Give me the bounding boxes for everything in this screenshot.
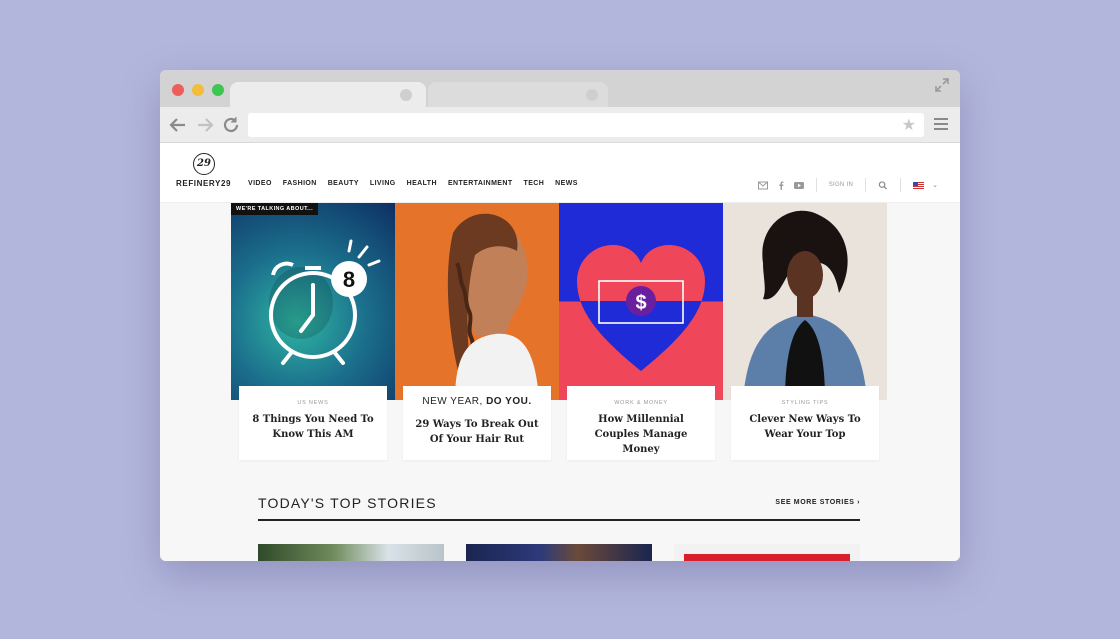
nav-item-beauty[interactable]: BEAUTY — [328, 180, 359, 187]
card-kicker: STYLING TIPS — [781, 400, 829, 406]
divider — [815, 178, 817, 192]
story-thumbnail[interactable] — [258, 544, 444, 561]
divider — [900, 178, 902, 192]
bookmark-star-icon[interactable]: ★ — [902, 116, 916, 134]
card-title[interactable]: 29 Ways To Break Out Of Your Hair Rut — [403, 417, 551, 447]
story-card[interactable]: WORK & MONEY How Millennial Couples Mana… — [567, 386, 715, 460]
search-icon[interactable] — [878, 180, 888, 190]
browser-toolbar: ★ — [160, 107, 960, 143]
hero-image-us-news[interactable]: WE'RE TALKING ABOUT... 8 — [231, 203, 395, 400]
browser-menu-icon[interactable] — [934, 118, 948, 131]
portrait-illustration — [447, 213, 539, 400]
card-promo: NEW YEAR, DO YOU. — [403, 396, 551, 407]
story-card[interactable]: US NEWS 8 Things You Need To Know This A… — [239, 386, 387, 460]
section-divider — [258, 519, 860, 521]
browser-tab-active[interactable] — [230, 82, 426, 108]
nav-item-entertainment[interactable]: ENTERTAINMENT — [448, 180, 513, 187]
see-more-link[interactable]: SEE MORE STORIES › — [775, 499, 860, 506]
sign-in-link[interactable]: SIGN IN — [829, 182, 853, 188]
card-title[interactable]: Clever New Ways To Wear Your Top — [731, 412, 879, 442]
dollar-symbol: $ — [635, 292, 646, 314]
tab-favicon-icon — [400, 89, 412, 101]
header-actions: SIGN IN ⌄ — [757, 178, 938, 192]
promo-text: NEW YEAR, — [422, 396, 487, 407]
section-title: TODAY'S TOP STORIES — [258, 495, 437, 511]
card-title[interactable]: How Millennial Couples Manage Money — [567, 412, 715, 457]
tab-favicon-icon — [586, 89, 598, 101]
promo-emphasis: DO YOU. — [486, 396, 532, 407]
thumbnail-graphic — [684, 554, 850, 561]
web-page: 29 REFINERY29 VIDEO FASHION BEAUTY LIVIN… — [160, 143, 960, 561]
nav-item-tech[interactable]: TECH — [524, 180, 545, 187]
fullscreen-icon[interactable] — [934, 77, 950, 93]
browser-window: ★ 29 REFINERY29 VIDEO FASHION BEAUTY LIV… — [160, 70, 960, 561]
story-card[interactable]: NEW YEAR, DO YOU. 29 Ways To Break Out O… — [403, 386, 551, 460]
story-card[interactable]: STYLING TIPS Clever New Ways To Wear You… — [731, 386, 879, 460]
heart-dollar-illustration: $ — [577, 245, 705, 371]
alarm-clock-icon: 8 — [269, 239, 381, 365]
forward-arrow-icon[interactable] — [196, 116, 214, 134]
reload-icon[interactable] — [222, 116, 240, 134]
story-thumbnail[interactable] — [466, 544, 652, 561]
logo-text[interactable]: REFINERY29 — [176, 179, 231, 188]
nav-item-video[interactable]: VIDEO — [248, 180, 272, 187]
address-bar[interactable]: ★ — [248, 113, 924, 137]
hero-image-styling[interactable] — [723, 203, 887, 400]
tab-strip — [160, 70, 960, 108]
browser-tab-inactive[interactable] — [428, 82, 608, 108]
back-arrow-icon[interactable] — [169, 116, 187, 134]
card-title[interactable]: 8 Things You Need To Know This AM — [239, 412, 387, 442]
nav-item-news[interactable]: NEWS — [555, 180, 578, 187]
hero-image-money[interactable]: $ — [559, 203, 723, 400]
maximize-window-button[interactable] — [212, 84, 224, 96]
hero-image-hair[interactable] — [395, 203, 559, 400]
main-nav: VIDEO FASHION BEAUTY LIVING HEALTH ENTER… — [248, 180, 578, 187]
hero-cards: US NEWS 8 Things You Need To Know This A… — [231, 386, 888, 460]
chevron-down-icon[interactable]: ⌄ — [932, 181, 938, 189]
card-kicker: US NEWS — [297, 400, 329, 406]
portrait-illustration — [743, 210, 867, 400]
nav-item-fashion[interactable]: FASHION — [283, 180, 317, 187]
logo-icon[interactable]: 29 — [193, 153, 215, 175]
site-header: 29 REFINERY29 VIDEO FASHION BEAUTY LIVIN… — [160, 143, 960, 203]
divider — [865, 178, 867, 192]
close-window-button[interactable] — [172, 84, 184, 96]
youtube-icon[interactable] — [793, 181, 804, 190]
nav-item-living[interactable]: LIVING — [370, 180, 396, 187]
alarm-number: 8 — [343, 267, 355, 292]
facebook-icon[interactable] — [776, 181, 786, 190]
email-icon[interactable] — [757, 181, 768, 190]
minimize-window-button[interactable] — [192, 84, 204, 96]
nav-item-health[interactable]: HEALTH — [407, 180, 437, 187]
card-kicker: WORK & MONEY — [614, 400, 668, 406]
story-thumbnail[interactable] — [674, 544, 860, 561]
hero-grid: WE'RE TALKING ABOUT... 8 $ — [231, 203, 888, 400]
us-flag-icon[interactable] — [913, 181, 925, 189]
